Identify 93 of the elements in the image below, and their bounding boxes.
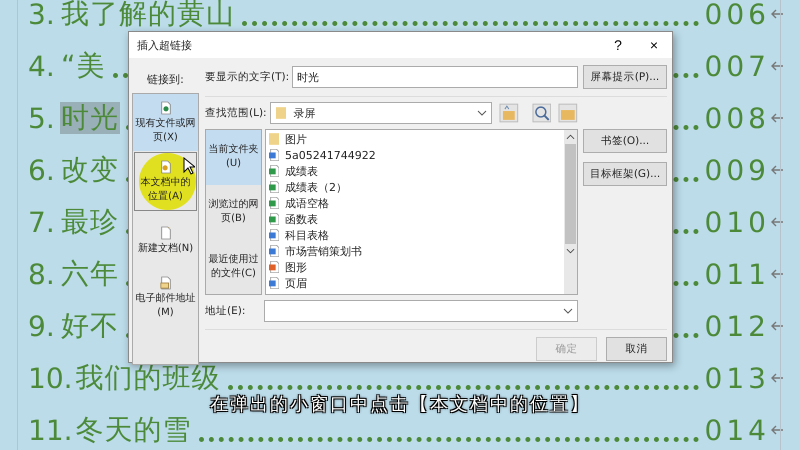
scrollbar-thumb[interactable] (565, 144, 576, 244)
file-name[interactable]: 科目表格 (285, 228, 329, 242)
link-type-item[interactable]: 本文档中的位置(A) (134, 152, 197, 211)
list-title: 六年 (60, 258, 120, 290)
file-icon (269, 149, 279, 161)
dialog-button[interactable]: 取消 (606, 337, 667, 361)
address-label: 地址(E): (205, 304, 246, 318)
return-mark-icon (770, 163, 784, 177)
web-search-icon[interactable] (532, 103, 552, 123)
file-name[interactable]: 成绩表 (285, 164, 318, 178)
page-number: 006 (704, 0, 770, 30)
page-number: 014 (704, 414, 770, 446)
list-title: 时光 (60, 102, 120, 134)
link-type-item[interactable]: 电子邮件地址(M) (133, 269, 198, 326)
file-name[interactable]: 页眉 (285, 276, 307, 290)
file-name[interactable]: 图形 (285, 260, 307, 274)
link-type-item[interactable]: 现有文件或网页(X) (133, 94, 198, 151)
look-in-label: 查找范围(L): (205, 106, 268, 120)
page-number: 007 (704, 50, 770, 82)
list-title: 冬天的雪 (74, 414, 193, 446)
file-icon (269, 277, 279, 289)
list-number: 5. (28, 102, 56, 134)
scroll-down-icon[interactable] (566, 248, 575, 254)
video-caption: 在弹出的小窗口中点击【本文档中的位置】 (210, 393, 590, 416)
page-number: 010 (704, 206, 770, 238)
file-icon (269, 229, 279, 241)
caret-icon (476, 110, 487, 116)
file-icon (269, 165, 279, 177)
list-number: 9. (28, 310, 56, 342)
list-title: 最珍 (60, 206, 120, 238)
page-number: 011 (704, 258, 770, 290)
side-button[interactable]: 书签(O)... (583, 129, 667, 153)
file-icon (269, 197, 279, 209)
file-name[interactable]: 成语空格 (285, 196, 329, 210)
open-folder-icon[interactable] (558, 103, 578, 123)
page-number: 013 (704, 362, 770, 394)
document-icon (160, 226, 172, 240)
display-text-field[interactable]: 时光 (292, 66, 578, 88)
list-title: 我了解的黄山 (60, 0, 236, 30)
look-in-dropdown[interactable]: 录屏 (270, 102, 492, 124)
help-button[interactable]: ? (600, 33, 636, 57)
list-number: 3. (28, 0, 56, 30)
document-icon (160, 100, 172, 114)
return-mark-icon (770, 215, 784, 229)
link-type-item[interactable]: 新建文档(N) (133, 212, 198, 269)
display-text-label: 要显示的文字(T): (205, 70, 290, 84)
list-title: “美 (60, 50, 107, 82)
close-button[interactable]: × (636, 33, 672, 57)
list-title: 我们的班级 (74, 362, 222, 394)
file-name[interactable]: 市场营销策划书 (285, 244, 362, 258)
list-number: 4. (28, 50, 56, 82)
click-highlight-circle (139, 153, 196, 210)
list-number: 7. (28, 206, 56, 238)
list-title: 好不 (60, 310, 120, 342)
page-number: 012 (704, 310, 770, 342)
file-icon (269, 181, 279, 193)
side-button[interactable]: 目标框架(G)... (583, 162, 667, 186)
return-mark-icon (770, 59, 784, 73)
document-icon (160, 276, 172, 290)
return-mark-icon (770, 371, 784, 385)
page-number: 009 (704, 154, 770, 186)
source-tab[interactable]: 浏览过的网页(B) (206, 184, 261, 240)
address-field[interactable] (264, 300, 578, 322)
link-to-label: 链接到: (147, 72, 184, 87)
mouse-pointer-icon (183, 157, 195, 175)
file-name[interactable]: 成绩表（2） (285, 180, 347, 194)
scrollbar[interactable] (564, 130, 577, 294)
file-icon (269, 261, 279, 273)
dialog-title: 插入超链接 (137, 38, 193, 52)
screen-tip-button[interactable]: 屏幕提示(P)... (583, 65, 667, 89)
source-tab[interactable]: 最近使用过的文件(C) (206, 239, 261, 294)
file-icon (269, 213, 279, 225)
source-tab[interactable]: 当前文件夹(U) (206, 130, 261, 185)
list-number: 10. (28, 362, 73, 394)
return-mark-icon (770, 111, 784, 125)
folder-icon (276, 106, 286, 120)
list-number: 11. (28, 414, 73, 446)
list-number: 6. (28, 154, 56, 186)
return-mark-icon (770, 423, 784, 437)
scroll-up-icon[interactable] (566, 134, 575, 140)
return-mark-icon (770, 7, 784, 21)
return-mark-icon (770, 267, 784, 281)
file-name[interactable]: 函数表 (285, 212, 318, 226)
list-title: 改变 (60, 154, 120, 186)
file-icon (269, 245, 279, 257)
folder-icon (269, 133, 279, 145)
file-name[interactable]: 图片 (285, 132, 307, 146)
return-mark-icon (770, 319, 784, 333)
page-number: 008 (704, 102, 770, 134)
file-name[interactable]: 5a05241744922 (285, 148, 376, 162)
folder-up-icon[interactable] (498, 103, 519, 123)
list-number: 8. (28, 258, 56, 290)
caret-icon (563, 308, 573, 314)
